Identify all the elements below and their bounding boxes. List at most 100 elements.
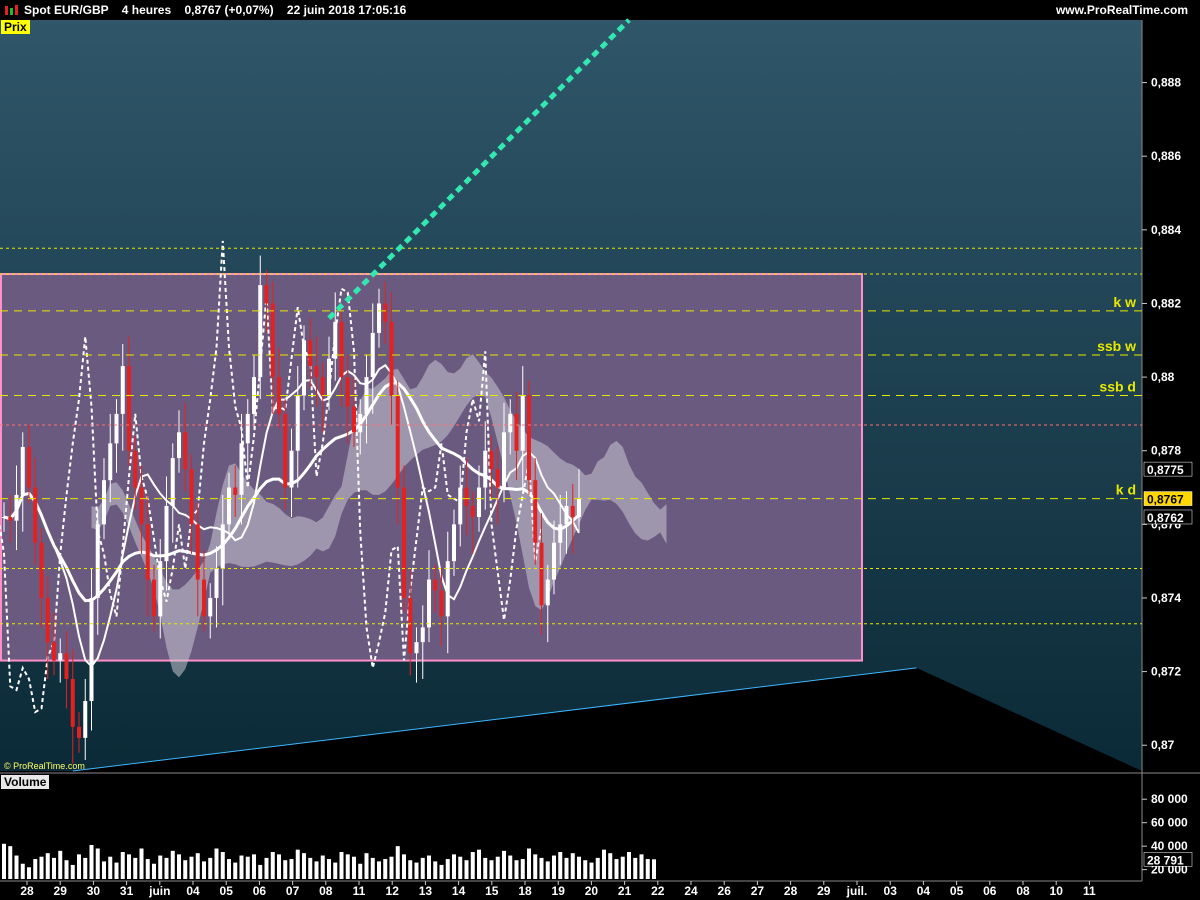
- volume-bar[interactable]: [139, 848, 144, 879]
- candle-body[interactable]: [45, 597, 50, 643]
- volume-bar[interactable]: [220, 852, 225, 879]
- volume-bar[interactable]: [395, 846, 400, 879]
- candle-body[interactable]: [227, 487, 231, 525]
- candle-body[interactable]: [389, 321, 394, 396]
- volume-bar[interactable]: [95, 848, 100, 879]
- candle-body[interactable]: [177, 432, 181, 459]
- candle-body[interactable]: [8, 516, 13, 521]
- candle-body[interactable]: [64, 653, 69, 679]
- volume-bar[interactable]: [145, 859, 150, 879]
- volume-bar[interactable]: [308, 857, 313, 879]
- volume-bar[interactable]: [458, 856, 463, 879]
- volume-bar[interactable]: [39, 856, 44, 879]
- price-chart[interactable]: k wssb wssb dk d0,870,8720,8740,8760,878…: [0, 0, 1200, 900]
- candle-body[interactable]: [477, 487, 481, 517]
- volume-bar[interactable]: [520, 859, 525, 879]
- volume-bar[interactable]: [564, 857, 569, 879]
- candle-body[interactable]: [420, 627, 425, 643]
- volume-bar[interactable]: [645, 859, 650, 879]
- candle-body[interactable]: [452, 524, 456, 562]
- candle-body[interactable]: [95, 524, 100, 598]
- volume-bar[interactable]: [427, 855, 431, 879]
- volume-bar[interactable]: [408, 860, 413, 879]
- volume-bar[interactable]: [302, 853, 306, 879]
- candle-body[interactable]: [402, 487, 406, 598]
- candle-body[interactable]: [258, 285, 263, 378]
- candle-body[interactable]: [458, 487, 463, 525]
- volume-bar[interactable]: [352, 856, 356, 879]
- candle-body[interactable]: [314, 366, 319, 378]
- volume-bar[interactable]: [283, 860, 288, 879]
- volume-bar[interactable]: [589, 862, 594, 879]
- volume-bar[interactable]: [552, 855, 556, 879]
- volume-bar[interactable]: [489, 860, 494, 879]
- volume-bar[interactable]: [245, 856, 250, 879]
- volume-bar[interactable]: [270, 852, 275, 879]
- volume-bar[interactable]: [58, 850, 63, 879]
- candle-body[interactable]: [133, 450, 138, 488]
- volume-bar[interactable]: [414, 862, 419, 879]
- volume-bar[interactable]: [114, 862, 119, 879]
- candle-body[interactable]: [577, 498, 581, 517]
- volume-bar[interactable]: [239, 855, 244, 879]
- volume-bar[interactable]: [445, 859, 450, 879]
- volume-bar[interactable]: [158, 855, 163, 879]
- volume-bar[interactable]: [252, 854, 256, 879]
- volume-bar[interactable]: [514, 860, 519, 879]
- candle-body[interactable]: [345, 377, 350, 407]
- volume-bar[interactable]: [183, 860, 188, 879]
- volume-bar[interactable]: [295, 849, 300, 879]
- volume-bar[interactable]: [477, 849, 481, 879]
- volume-bar[interactable]: [627, 852, 631, 879]
- candle-body[interactable]: [264, 285, 269, 304]
- volume-bar[interactable]: [358, 863, 363, 879]
- candle-body[interactable]: [539, 542, 544, 606]
- volume-bar[interactable]: [8, 846, 13, 879]
- volume-bar[interactable]: [389, 856, 394, 879]
- candle-body[interactable]: [39, 542, 44, 598]
- volume-bar[interactable]: [45, 853, 50, 879]
- candle-body[interactable]: [470, 505, 475, 517]
- volume-bar[interactable]: [195, 853, 200, 879]
- candle-body[interactable]: [20, 447, 25, 495]
- volume-bar[interactable]: [433, 861, 438, 879]
- candle-body[interactable]: [270, 303, 275, 378]
- volume-bar[interactable]: [545, 861, 550, 879]
- candle-body[interactable]: [239, 443, 244, 495]
- candle-body[interactable]: [58, 653, 63, 661]
- candle-body[interactable]: [514, 413, 519, 451]
- volume-bar[interactable]: [608, 853, 613, 879]
- volume-bar[interactable]: [602, 849, 606, 879]
- volume-bar[interactable]: [483, 857, 488, 879]
- volume-bar[interactable]: [639, 854, 644, 879]
- volume-bar[interactable]: [258, 864, 263, 879]
- candle-body[interactable]: [320, 377, 325, 396]
- candle-body[interactable]: [495, 469, 500, 488]
- volume-bar[interactable]: [208, 857, 213, 879]
- candle-body[interactable]: [552, 542, 556, 580]
- volume-bar[interactable]: [339, 852, 344, 879]
- candle-body[interactable]: [558, 524, 563, 543]
- candle-body[interactable]: [220, 524, 225, 569]
- candle-body[interactable]: [189, 469, 194, 525]
- volume-bar[interactable]: [64, 860, 69, 879]
- candle-body[interactable]: [545, 579, 550, 606]
- volume-bar[interactable]: [52, 857, 56, 879]
- volume-bar[interactable]: [614, 859, 619, 879]
- volume-bar[interactable]: [583, 860, 588, 879]
- volume-bar[interactable]: [620, 856, 625, 879]
- volume-bar[interactable]: [27, 867, 31, 879]
- candle-body[interactable]: [202, 579, 206, 617]
- volume-bar[interactable]: [89, 844, 94, 879]
- volume-bar[interactable]: [527, 848, 531, 879]
- candle-body[interactable]: [208, 597, 213, 617]
- candle-body[interactable]: [295, 395, 300, 451]
- candle-body[interactable]: [533, 480, 538, 543]
- volume-bar[interactable]: [277, 854, 281, 879]
- candle-body[interactable]: [70, 678, 75, 727]
- candle-body[interactable]: [120, 366, 125, 414]
- candle-body[interactable]: [52, 642, 56, 661]
- volume-bar[interactable]: [33, 859, 38, 879]
- volume-bar[interactable]: [83, 857, 88, 879]
- volume-bar[interactable]: [314, 861, 319, 879]
